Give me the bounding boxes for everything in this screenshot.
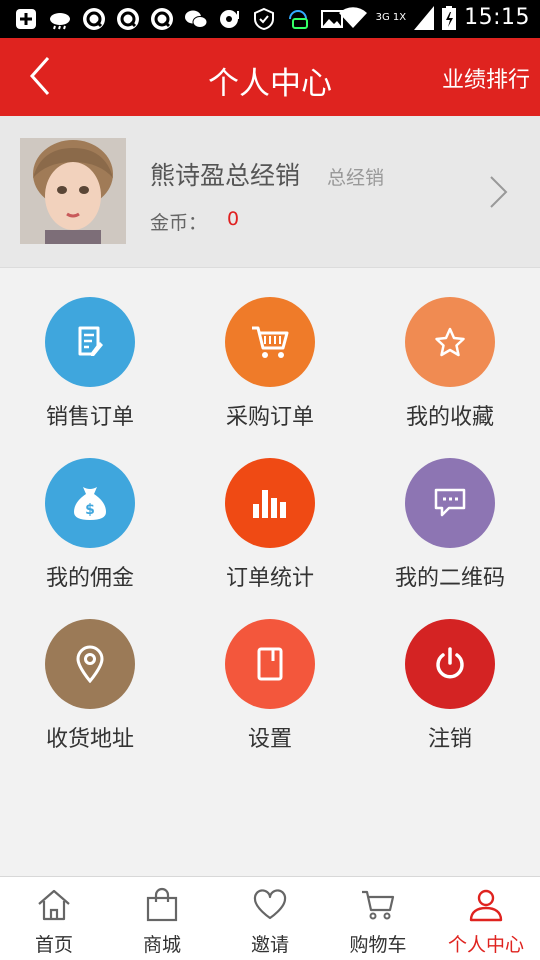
sales-orders-icon-circle: [45, 297, 135, 387]
user-name: 熊诗盈总经销: [150, 161, 301, 190]
menu-shipping-address[interactable]: 收货地址: [0, 590, 180, 752]
document-edit-icon: [78, 326, 103, 356]
favorites-icon-circle: [405, 297, 495, 387]
star-icon: [435, 327, 465, 357]
heart-icon: [253, 889, 287, 920]
menu-label: 采购订单: [225, 405, 314, 430]
bar-chart-icon: [253, 490, 286, 518]
tab-cart[interactable]: 购物车: [324, 877, 432, 960]
coin-label: 金币：: [150, 212, 208, 234]
commission-icon-circle: $: [45, 458, 135, 548]
menu-order-stats[interactable]: 订单统计: [180, 429, 360, 591]
shield-icon: [254, 7, 274, 31]
menu-purchase-orders[interactable]: 采购订单: [180, 268, 360, 430]
q-icon: [151, 8, 173, 30]
home-icon: [38, 889, 70, 921]
settings-page-icon: [257, 647, 283, 681]
weather-icon: [50, 13, 70, 30]
tab-label: 首页: [34, 934, 73, 956]
network-type: 3G 1X: [375, 12, 407, 23]
money-bag-icon: $: [74, 487, 106, 520]
chevron-right-icon: [490, 176, 508, 208]
location-pin-icon: [76, 645, 104, 683]
logout-icon-circle: [405, 619, 495, 709]
clock: 15:15: [464, 5, 530, 30]
tab-label: 购物车: [349, 934, 407, 956]
tab-mall[interactable]: 商城: [108, 877, 216, 960]
chat-bot-icon: [289, 10, 308, 29]
tab-profile[interactable]: 个人中心: [432, 877, 540, 960]
speech-icon: [220, 10, 239, 28]
status-bar: 3G 1X 15:15: [0, 0, 540, 38]
performance-ranking-link[interactable]: 业绩排行: [442, 62, 530, 94]
q-icon: [83, 8, 105, 30]
coin-value: 0: [227, 208, 240, 230]
user-icon: [469, 889, 503, 922]
top-nav-bar: 个人中心 业绩排行: [0, 38, 540, 116]
avatar[interactable]: [20, 138, 126, 244]
wifi-icon: [338, 6, 367, 28]
menu-sales-orders[interactable]: 销售订单: [0, 268, 180, 430]
shopping-bag-icon: [146, 887, 178, 922]
menu-settings[interactable]: 设置: [180, 590, 360, 752]
tab-home[interactable]: 首页: [0, 877, 108, 960]
menu-qr-code[interactable]: 我的二维码: [360, 429, 540, 591]
menu-label: 设置: [247, 727, 292, 752]
tab-invite[interactable]: 邀请: [216, 877, 324, 960]
menu-favorites[interactable]: 我的收藏: [360, 268, 540, 430]
menu-label: 我的二维码: [394, 566, 505, 591]
menu-grid: 销售订单 采购订单 我的收藏 $ 我的佣金 订单统计 我的二维码 收货地址 设置…: [0, 268, 540, 876]
cart-icon: [362, 890, 395, 920]
power-icon: [436, 647, 464, 679]
menu-label: 订单统计: [225, 566, 314, 591]
bottom-tab-bar: 首页 商城 邀请 购物车 个人中心: [0, 876, 540, 960]
shopping-cart-icon: [252, 326, 289, 358]
order-stats-icon-circle: [225, 458, 315, 548]
menu-label: 我的佣金: [45, 566, 134, 591]
menu-commission[interactable]: $ 我的佣金: [0, 429, 180, 591]
profile-card[interactable]: 熊诗盈总经销 总经销 金币： 0: [0, 116, 540, 268]
qr-code-icon-circle: [405, 458, 495, 548]
menu-logout[interactable]: 注销: [360, 590, 540, 752]
shipping-address-icon-circle: [45, 619, 135, 709]
user-role: 总经销: [327, 167, 385, 189]
tab-label: 个人中心: [447, 934, 524, 956]
tab-label: 邀请: [250, 934, 289, 956]
tab-label: 商城: [142, 934, 181, 956]
menu-label: 注销: [427, 727, 472, 752]
wechat-icon: [185, 10, 208, 28]
purchase-orders-icon-circle: [225, 297, 315, 387]
settings-icon-circle: [225, 619, 315, 709]
signal-icon: [414, 5, 435, 30]
battery-icon: [442, 5, 457, 30]
q-icon: [117, 8, 139, 30]
menu-label: 销售订单: [45, 405, 134, 430]
message-icon: [434, 488, 466, 517]
svg-text:$: $: [85, 502, 95, 518]
plus-icon: [16, 9, 36, 29]
menu-label: 我的收藏: [405, 405, 494, 430]
menu-label: 收货地址: [45, 727, 134, 752]
